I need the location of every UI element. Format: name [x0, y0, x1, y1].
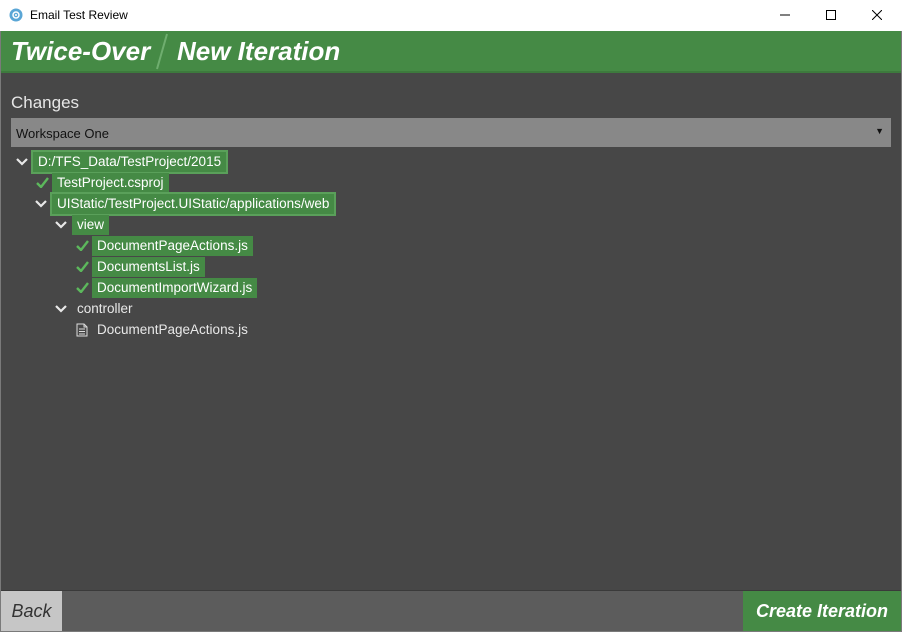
dropdown-arrow-icon: ▼ [875, 126, 884, 136]
workspace-select[interactable]: Workspace One ▼ [11, 118, 891, 147]
chevron-down-icon[interactable] [55, 298, 67, 319]
tree-node-label: D:/TFS_Data/TestProject/2015 [33, 151, 227, 172]
chevron-down-icon[interactable] [16, 151, 28, 172]
tree-row[interactable]: DocumentPageActions.js [75, 235, 253, 256]
chevron-down-icon[interactable] [55, 214, 67, 235]
tree-row[interactable]: DocumentPageActions.js [75, 319, 253, 340]
check-icon [75, 235, 89, 256]
close-button[interactable] [854, 0, 900, 31]
close-icon [871, 7, 883, 25]
file-icon [75, 319, 89, 340]
maximize-button[interactable] [808, 0, 854, 31]
main-panel: Changes Workspace One ▼ D:/TFS_Data/Test… [1, 73, 901, 590]
footer-bar: Back Create Iteration [1, 590, 901, 632]
tree-node-label: DocumentImportWizard.js [92, 277, 258, 298]
app-gear-icon [9, 8, 23, 22]
tree-node-label: DocumentPageActions.js [97, 321, 248, 337]
tree-node-label: TestProject.csproj [52, 172, 169, 193]
check-icon [75, 256, 89, 277]
app-header: Twice-Over New Iteration [1, 31, 901, 73]
check-icon [75, 277, 89, 298]
window-titlebar: Email Test Review [0, 0, 902, 31]
workspace-select-value: Workspace One [16, 126, 109, 141]
minimize-icon [780, 7, 790, 25]
tree-node-label: DocumentsList.js [92, 256, 205, 277]
tree-node-label: controller [77, 300, 133, 316]
header-divider [151, 31, 171, 71]
tree-node-label: DocumentPageActions.js [92, 235, 253, 256]
tree-row[interactable]: UIStatic/TestProject.UIStatic/applicatio… [35, 193, 335, 214]
window-border-left [0, 31, 1, 632]
tree-row[interactable]: view [55, 214, 110, 235]
check-icon [35, 172, 49, 193]
window-title: Email Test Review [30, 8, 128, 22]
tree-node-label: UIStatic/TestProject.UIStatic/applicatio… [52, 193, 335, 214]
tree-row[interactable]: DocumentsList.js [75, 256, 205, 277]
create-iteration-button[interactable]: Create Iteration [743, 591, 901, 632]
maximize-icon [826, 7, 836, 25]
page-title: New Iteration [177, 36, 341, 66]
chevron-down-icon[interactable] [35, 193, 47, 214]
tree-row[interactable]: D:/TFS_Data/TestProject/2015 [16, 151, 227, 172]
app-name: Twice-Over [11, 36, 151, 66]
minimize-button[interactable] [762, 0, 808, 31]
tree-row[interactable]: TestProject.csproj [35, 172, 169, 193]
tree-row[interactable]: DocumentImportWizard.js [75, 277, 258, 298]
back-button[interactable]: Back [1, 591, 62, 632]
tree-row[interactable]: controller [55, 298, 138, 319]
tree-node-label: view [72, 214, 110, 235]
changes-label: Changes [11, 93, 80, 112]
